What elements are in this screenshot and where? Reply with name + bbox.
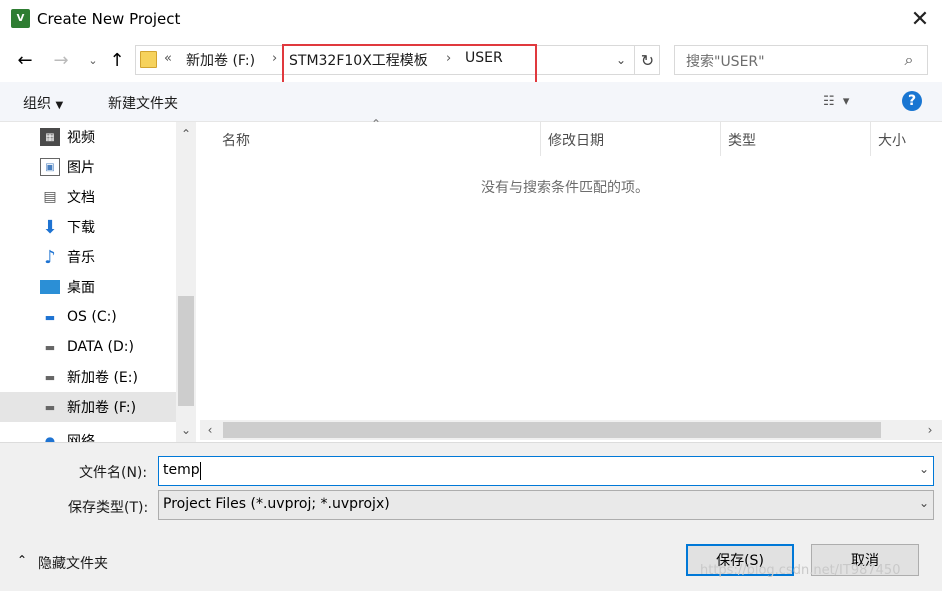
highlight-annotation-box [282, 44, 537, 86]
recent-locations-chevron-icon[interactable]: ⌄ [82, 49, 104, 71]
nav-item-label: 文档 [67, 190, 95, 206]
help-icon[interactable]: ? [902, 91, 922, 111]
text-cursor [200, 462, 201, 480]
search-placeholder: 搜索"USER" [686, 54, 765, 70]
nav-pane-scroll-thumb[interactable] [178, 296, 194, 406]
nav-item-label: 音乐 [67, 250, 95, 266]
nav-item-downloads[interactable]: ⬇ 下载 [0, 212, 176, 242]
desktop-icon [40, 280, 60, 294]
document-icon: ▤ [43, 189, 57, 205]
new-folder-button[interactable]: 新建文件夹 [108, 93, 178, 113]
column-header-name[interactable]: 名称 [222, 130, 250, 150]
filetype-select[interactable]: Project Files (*.uvproj; *.uvprojx) ⌄ [158, 490, 934, 520]
filetype-label: 保存类型(T): [68, 500, 149, 516]
keil-app-icon: V [11, 9, 30, 28]
forward-arrow-icon[interactable]: → [50, 49, 72, 71]
nav-item-label: 新加卷 (F:) [67, 400, 137, 416]
filename-label: 文件名(N): [79, 465, 148, 481]
music-note-icon: ♪ [44, 246, 56, 268]
drive-icon: ▬ [44, 370, 56, 384]
sort-ascending-icon: ⌃ [371, 117, 382, 131]
breadcrumb-separator-icon[interactable]: › [272, 51, 277, 66]
picture-icon: ▣ [40, 158, 60, 176]
up-arrow-icon[interactable]: ↑ [106, 49, 128, 71]
drive-icon: ▬ [44, 340, 56, 354]
file-list-pane [200, 122, 942, 442]
refresh-icon[interactable]: ↻ [634, 45, 660, 75]
video-icon: ▦ [40, 128, 60, 146]
nav-item-label: 桌面 [67, 280, 95, 296]
nav-item-label: 视频 [67, 130, 95, 146]
nav-item-network[interactable]: ● 网络 [0, 426, 176, 442]
nav-item-drive-f[interactable]: ▬ 新加卷 (F:) [0, 392, 176, 422]
close-icon[interactable]: ✕ [905, 4, 935, 34]
column-divider[interactable] [540, 122, 541, 156]
scroll-left-icon[interactable]: ‹ [200, 420, 220, 440]
search-icon[interactable]: ⌕ [899, 50, 919, 70]
download-arrow-icon: ⬇ [42, 216, 58, 238]
column-divider[interactable] [720, 122, 721, 156]
horizontal-scroll-thumb[interactable] [223, 422, 881, 438]
view-options-icon[interactable]: ☷ ▾ [823, 94, 849, 109]
filetype-value: Project Files (*.uvproj; *.uvprojx) [163, 496, 390, 512]
collapse-chevron-icon[interactable]: ⌃ [17, 553, 27, 567]
windows-drive-icon: ▬ [44, 310, 56, 324]
nav-item-pictures[interactable]: ▣ 图片 [0, 152, 176, 182]
breadcrumb-drive-f[interactable]: 新加卷 (F:) [186, 50, 255, 70]
back-arrow-icon[interactable]: ← [14, 49, 36, 71]
nav-item-label: DATA (D:) [67, 339, 134, 355]
nav-item-drive-c[interactable]: ▬ OS (C:) [0, 302, 176, 332]
organize-button[interactable]: 组织 ▼ [23, 93, 63, 113]
hide-folders-toggle[interactable]: 隐藏文件夹 [38, 553, 108, 573]
filename-value: temp [163, 462, 200, 478]
nav-item-videos[interactable]: ▦ 视频 [0, 122, 176, 152]
window-title: Create New Project [37, 10, 181, 28]
filetype-dropdown-icon[interactable]: ⌄ [919, 496, 929, 510]
empty-results-message: 没有与搜索条件匹配的项。 [481, 180, 649, 196]
column-header-size[interactable]: 大小 [878, 130, 906, 150]
drive-icon: ▬ [44, 400, 56, 414]
network-icon: ● [44, 434, 56, 442]
nav-item-documents[interactable]: ▤ 文档 [0, 182, 176, 212]
nav-item-label: 下载 [67, 220, 95, 236]
nav-item-drive-d[interactable]: ▬ DATA (D:) [0, 332, 176, 362]
nav-item-label: 网络 [67, 434, 95, 442]
nav-item-desktop[interactable]: 桌面 [0, 272, 176, 302]
scroll-up-icon[interactable]: ⌃ [176, 124, 196, 144]
column-divider[interactable] [870, 122, 871, 156]
filename-input[interactable]: temp ⌄ [158, 456, 934, 486]
navigation-pane: ▦ 视频 ▣ 图片 ▤ 文档 ⬇ 下载 ♪ 音乐 桌面 ▬ OS (C:) ▬ … [0, 122, 196, 442]
overflow-chevron-icon[interactable]: « [164, 51, 172, 66]
nav-item-label: OS (C:) [67, 309, 117, 325]
nav-item-label: 图片 [67, 160, 95, 176]
column-header-modified[interactable]: 修改日期 [548, 130, 604, 150]
nav-item-drive-e[interactable]: ▬ 新加卷 (E:) [0, 362, 176, 392]
filename-dropdown-icon[interactable]: ⌄ [919, 462, 929, 476]
nav-item-label: 新加卷 (E:) [67, 370, 138, 386]
address-dropdown-icon[interactable]: ⌄ [612, 50, 630, 70]
nav-item-music[interactable]: ♪ 音乐 [0, 242, 176, 272]
column-header-type[interactable]: 类型 [728, 130, 756, 150]
scroll-down-icon[interactable]: ⌄ [176, 420, 196, 440]
watermark-text: https://blog.csdn.net/IT987450 [700, 563, 901, 578]
folder-icon [140, 51, 157, 68]
scroll-right-icon[interactable]: › [920, 420, 940, 440]
